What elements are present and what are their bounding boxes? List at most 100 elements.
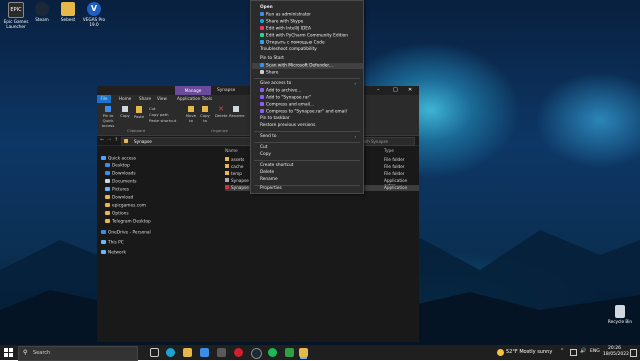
menu-item-edit-intellij[interactable]: Edit with IntelliJ IDEA xyxy=(260,26,311,32)
delete-button[interactable]: ✕ Delete xyxy=(215,106,227,119)
network-icon[interactable] xyxy=(570,349,577,356)
menu-item-delete[interactable]: Delete xyxy=(260,170,274,175)
pin-quick-access-button[interactable]: Pin to Quick access xyxy=(99,106,117,128)
back-arrow-icon[interactable]: ← xyxy=(100,137,104,143)
clipboard-group-label: Clipboard xyxy=(127,128,146,133)
cut-button[interactable]: Cut xyxy=(149,106,156,111)
desktop-icon-sebest[interactable]: Sebest xyxy=(54,2,82,22)
opera-icon[interactable] xyxy=(234,348,243,357)
menu-item-compress-email[interactable]: Compress and email... xyxy=(260,102,314,108)
menu-item-restore-versions[interactable]: Restore previous versions xyxy=(260,123,315,128)
chevron-right-icon: › xyxy=(354,134,356,139)
nav-item-downloads[interactable]: Downloads xyxy=(105,171,136,177)
application-icon xyxy=(225,185,229,189)
menu-item-cut[interactable]: Cut xyxy=(260,145,267,150)
folder-icon xyxy=(225,171,229,175)
copy-to-icon xyxy=(202,106,208,112)
menu-item-pin-start[interactable]: Pin to Start xyxy=(260,56,284,61)
menu-item-open-code[interactable]: Открыть с помощью Code xyxy=(260,40,325,46)
column-header-type[interactable]: Type xyxy=(384,149,394,154)
search-icon: ⚲ xyxy=(23,349,28,356)
menu-item-open[interactable]: Open xyxy=(260,5,273,10)
move-to-button[interactable]: Move to xyxy=(185,106,197,123)
nav-item-epicgames[interactable]: epicgames.com xyxy=(105,203,146,209)
menu-item-edit-pycharm[interactable]: Edit with PyCharm Community Edition xyxy=(260,33,348,39)
paste-button[interactable]: Paste xyxy=(133,106,145,119)
column-header-name[interactable]: Name xyxy=(225,149,238,154)
edge-icon[interactable] xyxy=(166,348,175,357)
tab-home[interactable]: Home xyxy=(119,96,131,101)
weather-text[interactable]: 52°F Mostly sunny xyxy=(506,349,552,355)
clock-time[interactable]: 20:26 xyxy=(608,346,621,351)
menu-item-share[interactable]: Share xyxy=(260,70,278,76)
weather-icon xyxy=(497,349,504,356)
notification-icon[interactable] xyxy=(630,349,637,357)
start-button[interactable] xyxy=(4,348,13,357)
nav-item-onedrive[interactable]: OneDrive - Personal xyxy=(101,230,151,236)
star-icon xyxy=(101,156,106,160)
menu-item-scan-defender[interactable]: Scan with Microsoft Defender... xyxy=(252,63,363,69)
file-explorer-active-icon[interactable] xyxy=(299,348,308,357)
nav-item-download[interactable]: Download xyxy=(105,195,133,201)
menu-item-give-access[interactable]: Give access to › xyxy=(260,81,360,86)
photos-icon[interactable] xyxy=(200,348,209,357)
nav-item-telegram[interactable]: Telegram Desktop xyxy=(105,219,151,225)
menu-item-add-archive[interactable]: Add to archive... xyxy=(260,88,301,94)
app-icon[interactable] xyxy=(285,348,294,357)
clock-date[interactable]: 18/05/2022 xyxy=(603,352,629,357)
chevron-up-icon[interactable]: ⌃ xyxy=(560,348,564,354)
tab-view[interactable]: View xyxy=(157,96,167,101)
nav-item-this-pc[interactable]: This PC xyxy=(101,240,124,246)
menu-item-create-shortcut[interactable]: Create shortcut xyxy=(260,163,293,168)
spotify-icon[interactable] xyxy=(268,348,277,357)
up-arrow-icon[interactable]: ↑ xyxy=(114,137,118,143)
desktop-icon-steam[interactable]: Steam xyxy=(28,2,56,22)
nav-item-options[interactable]: Options xyxy=(105,211,129,217)
menu-item-troubleshoot[interactable]: Troubleshoot compatibility xyxy=(260,47,317,52)
menu-item-copy[interactable]: Copy xyxy=(260,152,271,157)
nav-item-network[interactable]: Network xyxy=(101,250,126,256)
paste-shortcut-button[interactable]: Paste shortcut xyxy=(149,118,176,123)
store-icon[interactable] xyxy=(217,348,226,357)
nav-item-desktop[interactable]: Desktop xyxy=(105,163,130,169)
task-view-icon[interactable] xyxy=(150,348,159,357)
desktop-icon-vegas[interactable]: V VEGAS Pro 19.0 xyxy=(80,2,108,27)
tab-application-tools[interactable]: Application Tools xyxy=(177,96,212,101)
tab-share[interactable]: Share xyxy=(139,96,151,101)
copy-to-button[interactable]: Copy to xyxy=(199,106,211,123)
copy-button[interactable]: Copy xyxy=(119,106,131,118)
minimize-icon[interactable]: – xyxy=(377,87,380,93)
volume-icon[interactable]: 🔊 xyxy=(580,348,586,354)
menu-item-rename[interactable]: Rename xyxy=(260,177,278,182)
menu-item-share-skype[interactable]: Share with Skype xyxy=(260,19,303,25)
forward-arrow-icon[interactable]: → xyxy=(107,137,111,143)
copy-path-button[interactable]: Copy path xyxy=(149,112,168,117)
file-explorer-icon[interactable] xyxy=(183,348,192,357)
navigation-pane: Quick access Desktop Downloads Documents… xyxy=(97,146,219,336)
nav-item-quick-access[interactable]: Quick access xyxy=(101,156,136,162)
recycle-bin-icon xyxy=(615,305,625,318)
menu-item-pin-taskbar[interactable]: Pin to taskbar xyxy=(260,116,290,121)
menu-item-properties[interactable]: Properties xyxy=(260,186,282,191)
language-indicator[interactable]: ENG xyxy=(590,349,600,354)
desktop-icon-epic[interactable]: EPIC Epic Games Launcher xyxy=(2,2,30,29)
menu-item-send-to[interactable]: Send to › xyxy=(260,134,360,139)
desktop-icon-recycle-bin[interactable]: Recycle Bin xyxy=(606,305,634,324)
tab-file[interactable]: File xyxy=(97,95,111,103)
steam-icon[interactable] xyxy=(251,348,262,359)
taskbar-search-box[interactable]: ⚲ Search xyxy=(18,346,138,361)
nav-item-pictures[interactable]: Pictures xyxy=(105,187,129,193)
winrar-icon xyxy=(260,109,264,113)
menu-item-add-rar[interactable]: Add to "Synapse.rar" xyxy=(260,95,311,101)
rename-button[interactable]: Rename xyxy=(229,106,245,118)
copy-icon xyxy=(122,106,128,112)
winrar-icon xyxy=(260,95,264,99)
nav-item-documents[interactable]: Documents xyxy=(105,179,137,185)
manage-tab[interactable]: Manage xyxy=(175,86,211,95)
menu-item-run-as-admin[interactable]: Run as administrator xyxy=(260,12,311,18)
close-icon[interactable]: ✕ xyxy=(408,87,412,93)
paste-icon xyxy=(136,106,142,113)
maximize-icon[interactable]: □ xyxy=(393,87,398,93)
download-icon xyxy=(105,171,110,175)
menu-item-compress-rar-email[interactable]: Compress to "Synapse.rar" and email xyxy=(260,109,347,115)
